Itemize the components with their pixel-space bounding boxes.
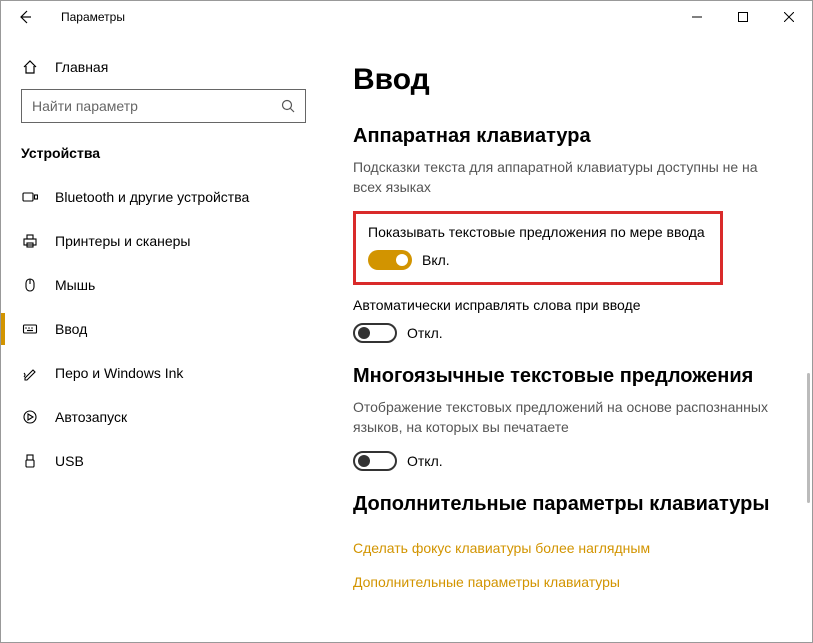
scrollbar-thumb[interactable]: [807, 373, 810, 503]
window-controls: [674, 1, 812, 33]
setting-multilingual: Откл.: [353, 451, 782, 471]
toggle-row: Откл.: [353, 451, 782, 471]
hw-keyboard-desc: Подсказки текста для аппаратной клавиату…: [353, 158, 782, 197]
setting-autocorrect: Автоматически исправлять слова при вводе…: [353, 297, 782, 343]
autoplay-icon: [21, 409, 39, 425]
window-body: Главная Устройства Bluetooth и другие ус…: [1, 33, 812, 642]
search-icon: [281, 99, 295, 113]
toggle-multilingual[interactable]: [353, 451, 397, 471]
nav-item-pen[interactable]: Перо и Windows Ink: [1, 351, 321, 395]
nav-item-printers[interactable]: Принтеры и сканеры: [1, 219, 321, 263]
home-nav[interactable]: Главная: [1, 51, 321, 83]
multilingual-desc: Отображение текстовых предложений на осн…: [353, 398, 782, 437]
maximize-button[interactable]: [720, 1, 766, 33]
advanced-heading: Дополнительные параметры клавиатуры: [353, 493, 782, 516]
setting-label: Автоматически исправлять слова при вводе: [353, 297, 782, 313]
nav-label: Перо и Windows Ink: [55, 365, 183, 381]
pen-icon: [21, 365, 39, 381]
nav-label: Bluetooth и другие устройства: [55, 189, 249, 205]
category-title: Устройства: [1, 137, 321, 175]
multilingual-heading: Многоязычные текстовые предложения: [353, 365, 782, 388]
toggle-row: Откл.: [353, 323, 782, 343]
setting-label: Показывать текстовые предложения по мере…: [368, 224, 708, 240]
window-title: Параметры: [61, 10, 125, 24]
link-keyboard-focus[interactable]: Сделать фокус клавиатуры более наглядным: [353, 540, 650, 556]
toggle-state-label: Откл.: [407, 325, 443, 341]
search-input[interactable]: [32, 98, 281, 114]
minimize-button[interactable]: [674, 1, 720, 33]
toggle-state-label: Откл.: [407, 453, 443, 469]
nav-item-bluetooth[interactable]: Bluetooth и другие устройства: [1, 175, 321, 219]
toggle-state-label: Вкл.: [422, 252, 450, 268]
settings-window: Параметры Главная: [0, 0, 813, 643]
search-box[interactable]: [21, 89, 306, 123]
sidebar: Главная Устройства Bluetooth и другие ус…: [1, 33, 321, 642]
content-pane[interactable]: Ввод Аппаратная клавиатура Подсказки тек…: [321, 33, 812, 642]
setting-text-suggestions: Показывать текстовые предложения по мере…: [368, 224, 708, 270]
nav-list: Bluetooth и другие устройства Принтеры и…: [1, 175, 321, 483]
mouse-icon: [21, 277, 39, 293]
bluetooth-icon: [21, 189, 39, 205]
nav-label: USB: [55, 453, 84, 469]
titlebar: Параметры: [1, 1, 812, 33]
hw-keyboard-heading: Аппаратная клавиатура: [353, 125, 782, 148]
nav-label: Мышь: [55, 277, 95, 293]
keyboard-icon: [21, 321, 39, 337]
printer-icon: [21, 233, 39, 249]
toggle-row: Вкл.: [368, 250, 708, 270]
page-heading: Ввод: [353, 63, 782, 97]
toggle-autocorrect[interactable]: [353, 323, 397, 343]
search-wrap: [1, 83, 321, 137]
nav-item-typing[interactable]: Ввод: [1, 307, 321, 351]
nav-item-autoplay[interactable]: Автозапуск: [1, 395, 321, 439]
nav-label: Принтеры и сканеры: [55, 233, 190, 249]
nav-item-usb[interactable]: USB: [1, 439, 321, 483]
nav-item-mouse[interactable]: Мышь: [1, 263, 321, 307]
nav-label: Автозапуск: [55, 409, 127, 425]
highlight-annotation: Показывать текстовые предложения по мере…: [353, 211, 723, 285]
usb-icon: [21, 453, 39, 469]
toggle-text-suggestions[interactable]: [368, 250, 412, 270]
back-button[interactable]: [9, 1, 41, 33]
home-icon: [21, 59, 39, 75]
link-advanced-keyboard[interactable]: Дополнительные параметры клавиатуры: [353, 574, 620, 590]
nav-label: Ввод: [55, 321, 87, 337]
close-button[interactable]: [766, 1, 812, 33]
home-label: Главная: [55, 59, 108, 75]
